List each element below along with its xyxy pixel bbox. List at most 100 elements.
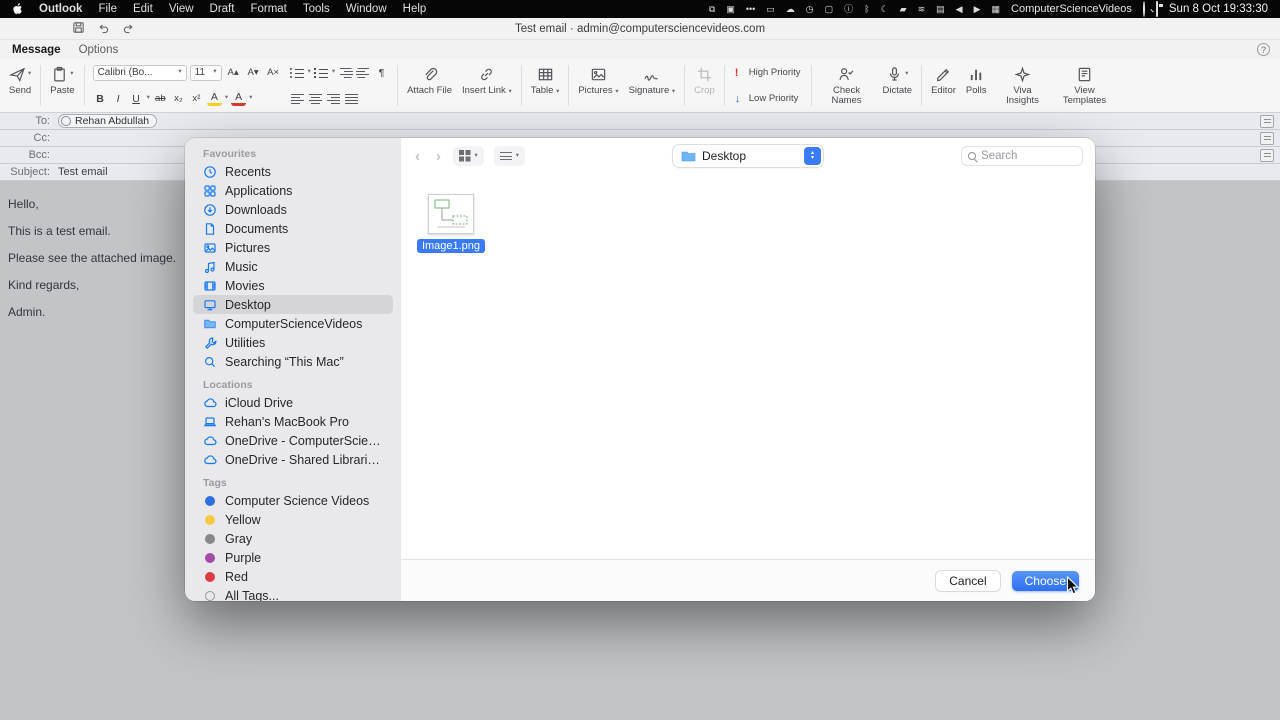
search-input[interactable] <box>981 150 1061 162</box>
menu-item-draft[interactable]: Draft <box>210 3 235 15</box>
attach-file-button[interactable]: Attach File <box>404 62 455 109</box>
icon-view-button[interactable]: ▾ <box>453 146 484 166</box>
send-button[interactable]: ▾ Send <box>6 62 34 109</box>
highlight-color-button[interactable]: A <box>206 91 222 106</box>
address-book-button[interactable] <box>1260 148 1274 162</box>
redo-icon[interactable] <box>122 21 135 37</box>
sidebar-item-recents[interactable]: Recents <box>193 162 393 181</box>
recipient-chip[interactable]: Rehan Abdullah <box>58 114 158 128</box>
low-priority-button[interactable]: ↓ Low Priority <box>733 90 803 107</box>
dictate-button[interactable]: ▾ Dictate <box>880 62 916 109</box>
sidebar-item-pictures[interactable]: Pictures <box>193 238 393 257</box>
high-priority-button[interactable]: ! High Priority <box>733 64 803 81</box>
play-icon[interactable]: ▶ <box>974 4 981 14</box>
pictures-button[interactable]: Pictures ▾ <box>575 62 621 109</box>
strikethrough-button[interactable]: ab <box>153 91 168 106</box>
sidebar-item-desktop[interactable]: Desktop <box>193 295 393 314</box>
window-icon[interactable]: ▢ <box>825 4 834 14</box>
undo-icon[interactable] <box>97 21 110 37</box>
hotspot-icon[interactable]: ••• <box>746 4 755 14</box>
decrease-indent-button[interactable] <box>338 67 354 78</box>
justify-button[interactable] <box>344 91 359 106</box>
sidebar-item-applications[interactable]: Applications <box>193 181 393 200</box>
list-view-button[interactable]: ▾ <box>493 146 526 166</box>
screen-mirroring-icon[interactable]: ⧉ <box>709 4 715 14</box>
address-book-button[interactable] <box>1260 131 1274 145</box>
back-button[interactable]: ‹ <box>415 148 420 165</box>
polls-button[interactable]: Polls <box>963 62 990 109</box>
font-size-select[interactable]: 11 ▾ <box>189 64 222 81</box>
wifi-icon[interactable]: ≋ <box>918 4 926 14</box>
check-names-button[interactable]: Check Names <box>818 62 876 109</box>
view-templates-button[interactable]: View Templates <box>1056 62 1114 109</box>
address-book-button[interactable] <box>1260 114 1274 128</box>
align-center-button[interactable] <box>308 91 323 106</box>
camera-icon[interactable]: ▣ <box>726 4 735 14</box>
sidebar-tag-yellow[interactable]: Yellow <box>193 510 393 529</box>
to-field[interactable]: To: Rehan Abdullah <box>0 113 1280 130</box>
spotlight-search-icon[interactable] <box>1142 1 1145 17</box>
apple-menu[interactable] <box>12 2 23 17</box>
bold-button[interactable]: B <box>93 91 108 106</box>
grow-font-button[interactable]: A▴ <box>225 65 242 80</box>
sidebar-item-macbook-pro[interactable]: Rehan's MacBook Pro <box>193 412 393 431</box>
sidebar-item-onedrive-shared[interactable]: OneDrive - Shared Libraries - Com... <box>193 450 393 469</box>
menu-item-tools[interactable]: Tools <box>303 3 330 15</box>
location-popup[interactable]: Desktop ▴ ▾ <box>673 145 823 167</box>
sidebar-tag-gray[interactable]: Gray <box>193 529 393 548</box>
battery-icon[interactable]: ▰ <box>900 4 907 14</box>
sidebar-item-onedrive-csv[interactable]: OneDrive - ComputerScienceVideos <box>193 431 393 450</box>
sidebar-tag-purple[interactable]: Purple <box>193 548 393 567</box>
menu-item-format[interactable]: Format <box>250 3 286 15</box>
menu-item-window[interactable]: Window <box>346 3 387 15</box>
menu-item-outlook[interactable]: Outlook <box>39 3 82 15</box>
menu-item-file[interactable]: File <box>98 3 117 15</box>
italic-button[interactable]: I <box>111 91 126 106</box>
sidebar-item-movies[interactable]: Movies <box>193 276 393 295</box>
paste-button[interactable]: ▾ Paste <box>47 62 77 109</box>
numbering-button[interactable] <box>314 65 329 80</box>
sidebar-tag-computer-science-videos[interactable]: Computer Science Videos <box>193 491 393 510</box>
editor-button[interactable]: Editor <box>928 62 959 109</box>
dialog-search-field[interactable] <box>961 146 1083 166</box>
increase-indent-button[interactable] <box>356 67 372 78</box>
save-icon[interactable] <box>72 21 85 37</box>
align-left-button[interactable] <box>290 91 305 106</box>
subscript-button[interactable]: x₂ <box>171 91 186 106</box>
focus-icon[interactable]: ☾ <box>881 4 889 14</box>
menu-item-view[interactable]: View <box>169 3 194 15</box>
table-button[interactable]: Table ▾ <box>528 62 563 109</box>
menu-item-edit[interactable]: Edit <box>133 3 153 15</box>
cloud-icon[interactable]: ☁ <box>786 4 795 14</box>
superscript-button[interactable]: x² <box>189 91 204 106</box>
sidebar-item-downloads[interactable]: Downloads <box>193 200 393 219</box>
sidebar-item-icloud-drive[interactable]: iCloud Drive <box>193 393 393 412</box>
menu-item-help[interactable]: Help <box>403 3 427 15</box>
shrink-font-button[interactable]: A▾ <box>245 65 262 80</box>
sidebar-item-documents[interactable]: Documents <box>193 219 393 238</box>
file-item-image1[interactable]: Image1.png <box>413 194 489 253</box>
bullets-button[interactable] <box>290 65 305 80</box>
font-name-select[interactable]: Calibri (Bo... ▾ <box>92 64 187 81</box>
tab-options[interactable]: Options <box>79 44 119 56</box>
sidebar-item-all-tags[interactable]: All Tags... <box>193 586 393 601</box>
help-button[interactable]: ? <box>1257 43 1270 56</box>
align-right-button[interactable] <box>326 91 341 106</box>
viva-insights-button[interactable]: Viva Insights <box>994 62 1052 109</box>
signature-button[interactable]: Signature ▾ <box>626 62 679 109</box>
font-color-button[interactable]: A <box>231 91 247 106</box>
file-browser-area[interactable]: Image1.png <box>401 174 1095 559</box>
cancel-button[interactable]: Cancel <box>936 570 1000 591</box>
bluetooth-icon[interactable]: ᛒ <box>864 4 869 14</box>
keyboard-icon[interactable]: ▦ <box>992 4 1001 14</box>
info-icon[interactable]: ⓘ <box>844 4 853 14</box>
display-icon[interactable]: ▤ <box>936 4 945 14</box>
sidebar-item-searching-this-mac[interactable]: Searching “This Mac” <box>193 352 393 371</box>
insert-link-button[interactable]: Insert Link ▾ <box>459 62 515 109</box>
tab-message[interactable]: Message <box>12 44 61 56</box>
sidebar-item-computersciencevideos[interactable]: ComputerScienceVideos <box>193 314 393 333</box>
menubar-account-name[interactable]: ComputerScienceVideos <box>1011 3 1132 15</box>
volume-icon[interactable]: ◀ <box>956 4 963 14</box>
menubar-clock[interactable]: Sun 8 Oct 19:33:30 <box>1169 3 1268 15</box>
underline-button[interactable]: U <box>129 91 144 106</box>
